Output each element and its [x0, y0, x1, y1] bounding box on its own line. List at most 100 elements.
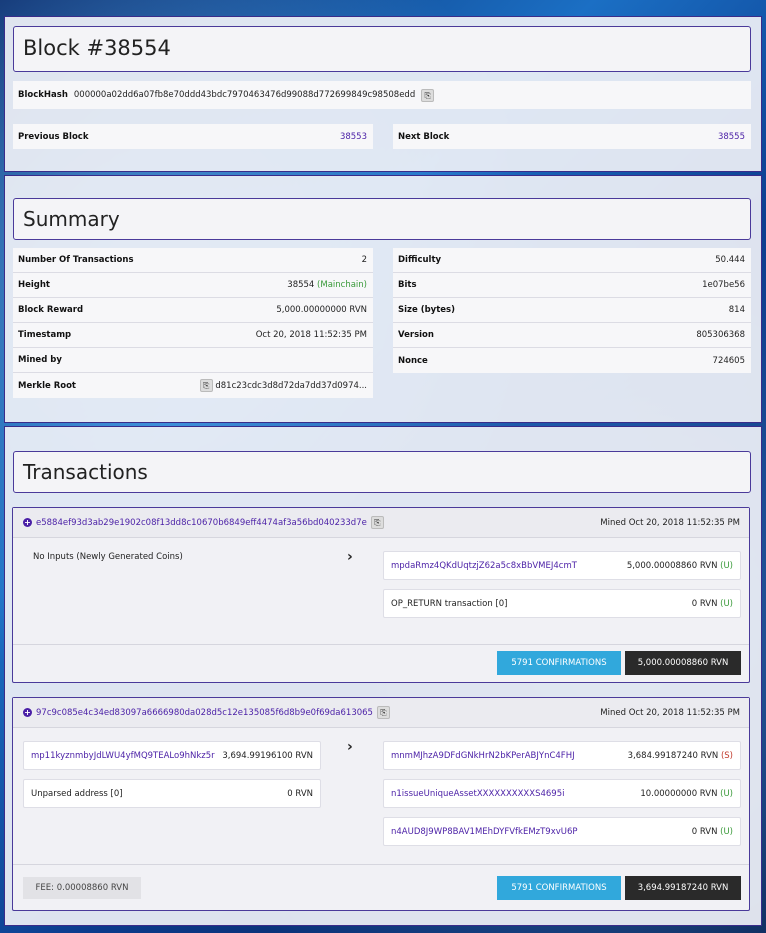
txid-link[interactable]: 97c9c085e4c34ed83097a6666980da028d5c12e1…	[36, 708, 373, 718]
next-block-link[interactable]: 38555	[718, 132, 745, 142]
summary-value: 805306368	[696, 330, 745, 340]
unspent-flag: (U)	[720, 826, 733, 837]
transactions-title: Transactions	[23, 460, 148, 484]
summary-row-bits: Bits 1e07be56	[393, 273, 751, 298]
plus-circle-icon[interactable]: +	[23, 708, 32, 717]
chevron-right-icon: ›	[347, 549, 353, 565]
output-amount-wrap: 3,684.99187240 RVN (S)	[628, 751, 733, 761]
output-row: mpdaRmz4QKdUqtzjZ62a5c8xBbVMEJ4cmT 5,000…	[383, 551, 741, 580]
input-amount: 3,694.99196100 RVN	[222, 750, 313, 761]
fee-badge: FEE: 0.00008860 RVN	[23, 877, 141, 899]
summary-row-version: Version 805306368	[393, 323, 751, 348]
summary-label: Bits	[398, 280, 417, 290]
txid: + 97c9c085e4c34ed83097a6666980da028d5c12…	[23, 706, 390, 719]
summary-row-difficulty: Difficulty 50.444	[393, 248, 751, 273]
summary-value: 2	[361, 255, 367, 265]
transaction-header: + e5884ef93d3ab29e1902c08f13dd8c10670b68…	[13, 508, 749, 538]
blockhash-value: 000000a02dd6a07fb8e70ddd43bdc7970463476d…	[73, 90, 416, 100]
summary-value: Oct 20, 2018 11:52:35 PM	[255, 330, 367, 340]
summary-row-size: Size (bytes) 814	[393, 298, 751, 323]
txid-link[interactable]: e5884ef93d3ab29e1902c08f13dd8c10670b6849…	[36, 518, 367, 528]
summary-label: Height	[18, 280, 50, 290]
input-address[interactable]: mp11kyznmbyJdLWU4yfMQ9TEALo9hNkz5r	[31, 751, 215, 761]
summary-label: Size (bytes)	[398, 305, 455, 315]
blockhash-label: BlockHash	[18, 90, 68, 100]
summary-row-mined-by: Mined by	[13, 348, 373, 373]
input-row: mp11kyznmbyJdLWU4yfMQ9TEALo9hNkz5r 3,694…	[23, 741, 321, 770]
summary-label: Nonce	[398, 355, 428, 366]
no-inputs-text: No Inputs (Newly Generated Coins)	[33, 552, 183, 562]
output-row: mnmMJhzA9DFdGNkHrN2bKPerABJYnC4FHJ 3,684…	[383, 741, 741, 770]
mined-time: Mined Oct 20, 2018 11:52:35 PM	[600, 517, 740, 528]
mainchain-badge: (Mainchain)	[317, 280, 367, 290]
block-header-panel: Block #38554 BlockHash 000000a02dd6a07fb…	[4, 16, 762, 172]
summary-row-height: Height 38554 (Mainchain)	[13, 273, 373, 298]
summary-title: Summary	[23, 207, 120, 231]
output-address[interactable]: mnmMJhzA9DFdGNkHrN2bKPerABJYnC4FHJ	[391, 751, 575, 761]
next-block-row: Next Block 38555	[393, 124, 751, 149]
plus-circle-icon[interactable]: +	[23, 518, 32, 527]
total-amount-button[interactable]: 5,000.00008860 RVN	[625, 651, 741, 675]
unspent-flag: (U)	[720, 598, 733, 609]
summary-panel: Summary Number Of Transactions 2 Height …	[4, 175, 762, 423]
output-amount: 10.00000000 RVN	[640, 788, 718, 799]
copy-icon[interactable]: ⎘	[376, 706, 390, 719]
previous-block-label: Previous Block	[18, 131, 89, 142]
summary-row-num-tx: Number Of Transactions 2	[13, 248, 373, 273]
blockhash-row: BlockHash 000000a02dd6a07fb8e70ddd43bdc7…	[13, 81, 751, 109]
summary-value: 5,000.00000000 RVN	[276, 305, 367, 315]
output-amount-wrap: 10.00000000 RVN (U)	[640, 789, 733, 799]
chevron-right-icon: ›	[347, 739, 353, 755]
output-row: n4AUD8J9WP8BAV1MEhDYFVfkEMzT9xvU6P 0 RVN…	[383, 817, 741, 846]
total-amount-button[interactable]: 3,694.99187240 RVN	[625, 876, 741, 900]
summary-label: Merkle Root	[18, 380, 76, 391]
summary-value: 38554 (Mainchain)	[287, 280, 367, 290]
output-address[interactable]: mpdaRmz4QKdUqtzjZ62a5c8xBbVMEJ4cmT	[391, 561, 577, 571]
output-row: OP_RETURN transaction [0] 0 RVN (U)	[383, 589, 741, 618]
summary-value: 50.444	[715, 255, 745, 265]
mined-time: Mined Oct 20, 2018 11:52:35 PM	[600, 707, 740, 718]
output-amount: 5,000.00008860 RVN	[626, 560, 718, 571]
confirmations-button[interactable]: 5791 CONFIRMATIONS	[497, 876, 621, 900]
output-row: n1issueUniqueAssetXXXXXXXXXXS4695i 10.00…	[383, 779, 741, 808]
output-amount-wrap: 5,000.00008860 RVN (U)	[627, 561, 733, 571]
merkle-root-value: d81c23cdc3d8d72da7dd37d0974...	[215, 381, 367, 391]
summary-value: 814	[728, 305, 745, 315]
transaction-footer: 5791 CONFIRMATIONS 5,000.00008860 RVN	[13, 644, 749, 682]
copy-icon[interactable]: ⎘	[199, 379, 213, 392]
transaction-card: + e5884ef93d3ab29e1902c08f13dd8c10670b68…	[12, 507, 750, 683]
summary-row-reward: Block Reward 5,000.00000000 RVN	[13, 298, 373, 323]
summary-label: Mined by	[18, 355, 62, 365]
input-row: Unparsed address [0] 0 RVN	[23, 779, 321, 808]
summary-label: Block Reward	[18, 305, 84, 315]
output-amount-wrap: 0 RVN (U)	[692, 599, 733, 609]
output-address: OP_RETURN transaction [0]	[391, 598, 508, 609]
spent-flag: (S)	[720, 750, 733, 761]
transaction-footer: FEE: 0.00008860 RVN 5791 CONFIRMATIONS 3…	[13, 864, 749, 910]
summary-value: 724605	[712, 355, 745, 366]
summary-label: Difficulty	[398, 255, 442, 265]
output-address[interactable]: n4AUD8J9WP8BAV1MEhDYFVfkEMzT9xvU6P	[391, 827, 578, 837]
summary-title-box: Summary	[13, 198, 751, 240]
previous-block-link[interactable]: 38553	[340, 132, 367, 142]
height-value: 38554	[287, 280, 315, 290]
output-amount-wrap: 0 RVN (U)	[692, 827, 733, 837]
copy-icon[interactable]: ⎘	[421, 88, 435, 102]
output-address[interactable]: n1issueUniqueAssetXXXXXXXXXXS4695i	[391, 789, 564, 799]
next-block-label: Next Block	[398, 131, 450, 142]
summary-label: Timestamp	[18, 330, 72, 340]
copy-icon[interactable]: ⎘	[370, 516, 384, 529]
summary-row-timestamp: Timestamp Oct 20, 2018 11:52:35 PM	[13, 323, 373, 348]
unspent-flag: (U)	[720, 560, 733, 571]
previous-block-row: Previous Block 38553	[13, 124, 373, 149]
transaction-card: + 97c9c085e4c34ed83097a6666980da028d5c12…	[12, 697, 750, 911]
output-amount: 0 RVN	[691, 598, 718, 609]
input-amount: 0 RVN	[287, 788, 313, 799]
summary-value: ⎘ d81c23cdc3d8d72da7dd37d0974...	[199, 379, 367, 392]
block-title-box: Block #38554	[13, 26, 751, 72]
input-address: Unparsed address [0]	[31, 788, 123, 799]
summary-row-nonce: Nonce 724605	[393, 348, 751, 373]
summary-value: 1e07be56	[702, 280, 745, 290]
transaction-header: + 97c9c085e4c34ed83097a6666980da028d5c12…	[13, 698, 749, 728]
confirmations-button[interactable]: 5791 CONFIRMATIONS	[497, 651, 621, 675]
